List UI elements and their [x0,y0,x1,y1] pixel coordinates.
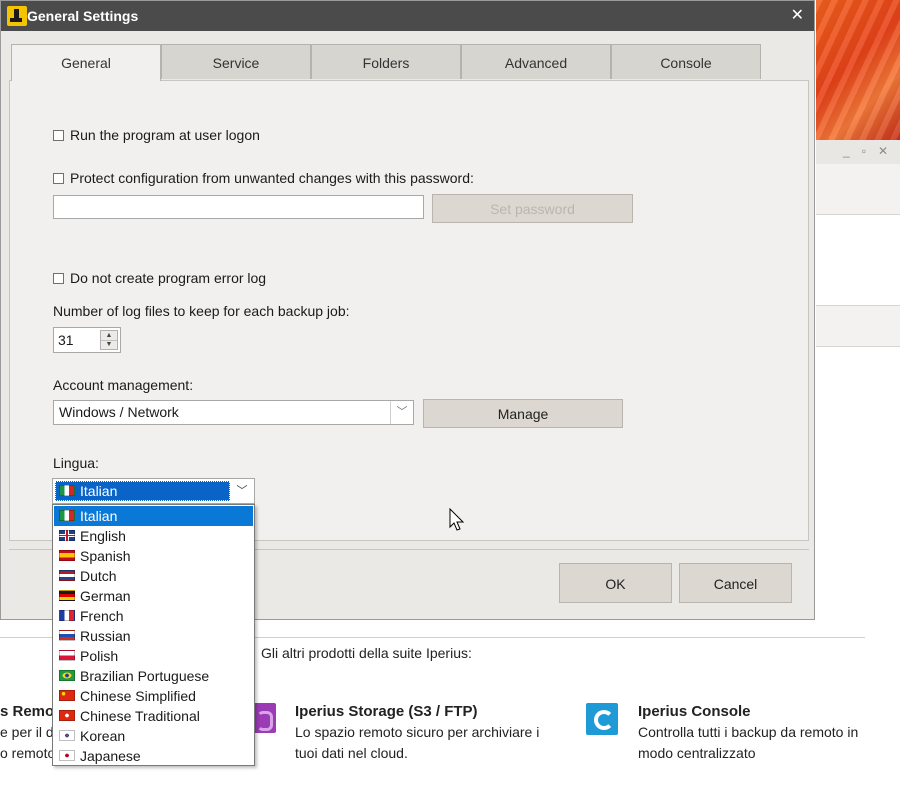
language-option-polish[interactable]: Polish [54,646,253,666]
product-desc: Controlla tutti i backup da remoto in [638,724,859,740]
tab-console[interactable]: Console [611,44,761,79]
protect-config-checkbox-row[interactable]: Protect configuration from unwanted chan… [53,170,474,186]
account-management-value: Windows / Network [59,404,179,420]
language-option-japanese[interactable]: Japanese [54,746,253,766]
language-select[interactable]: Italian ﹀ [52,478,255,504]
language-selected-label: Italian [80,483,118,499]
language-option-russian[interactable]: Russian [54,626,253,646]
dialog-titlebar[interactable]: General Settings ✕ [1,1,814,31]
jp-flag-icon [59,750,75,761]
stepper-down-icon[interactable]: ▼ [101,340,117,349]
product-desc: Lo spazio remoto sicuro per archiviare i [295,724,540,740]
account-management-label: Account management: [53,377,194,393]
fr-flag-icon [59,610,75,621]
language-option-label: Japanese [80,748,141,764]
de-flag-icon [59,590,75,601]
manage-button[interactable]: Manage [423,399,623,428]
protect-config-checkbox[interactable] [53,173,64,184]
hk-flag-icon [59,710,75,721]
run-at-logon-checkbox-row[interactable]: Run the program at user logon [53,127,260,143]
language-dropdown-list: Italian English Spanish Dutch German French Ru… [52,504,255,766]
password-input[interactable] [53,195,424,219]
product-title: s Remot [0,703,60,720]
gb-flag-icon [59,530,75,541]
ru-flag-icon [59,630,75,641]
background-wallpaper [816,0,900,140]
background-panel [816,164,900,215]
product-desc: tuoi dati nel cloud. [295,745,408,761]
background-window-controls-icon: _▫✕ [843,144,900,158]
language-option-label: Italian [80,508,118,524]
language-option-label: Chinese Traditional [80,708,200,724]
language-option-label: Russian [80,628,131,644]
product-remote[interactable]: s Remot e per il de o remoto [0,703,62,762]
log-files-value: 31 [58,332,74,348]
language-option-brazilian-portuguese[interactable]: Brazilian Portuguese [54,666,253,686]
language-option-korean[interactable]: Korean [54,726,253,746]
language-option-label: German [80,588,131,604]
product-desc: e per il de [0,724,62,740]
language-option-label: Dutch [80,568,117,584]
product-title: Iperius Console [638,703,751,720]
language-option-label: French [80,608,124,624]
iperius-app-icon [7,6,27,26]
language-option-label: Korean [80,728,126,744]
language-option-label: Brazilian Portuguese [80,668,210,684]
dialog-title: General Settings [27,8,139,24]
language-option-french[interactable]: French [54,606,253,626]
no-error-log-label: Do not create program error log [70,270,267,286]
background-panel [816,305,900,347]
it-flag-icon [59,510,75,521]
language-option-label: English [80,528,126,544]
mouse-cursor-icon [449,508,465,531]
cn-flag-icon [59,690,75,701]
protect-config-label: Protect configuration from unwanted chan… [70,170,474,186]
language-option-label: Polish [80,648,119,664]
run-at-logon-checkbox[interactable] [53,130,64,141]
language-option-italian[interactable]: Italian [54,506,253,526]
language-option-dutch[interactable]: Dutch [54,566,253,586]
language-option-german[interactable]: German [54,586,253,606]
kr-flag-icon [59,730,75,741]
close-icon[interactable]: ✕ [791,5,804,25]
language-option-label: Spanish [80,548,131,564]
tab-advanced[interactable]: Advanced [461,44,611,79]
tab-general[interactable]: General [11,44,161,81]
set-password-button[interactable]: Set password [432,194,633,223]
language-option-english[interactable]: English [54,526,253,546]
run-at-logon-label: Run the program at user logon [70,127,260,143]
tab-folders[interactable]: Folders [311,44,461,79]
language-label: Lingua: [53,455,99,471]
nl-flag-icon [59,570,75,581]
es-flag-icon [59,550,75,561]
no-error-log-checkbox[interactable] [53,273,64,284]
account-management-select[interactable]: Windows / Network ﹀ [53,400,414,425]
product-storage[interactable]: Iperius Storage (S3 / FTP) Lo spazio rem… [295,703,539,762]
chevron-down-icon[interactable]: ﹀ [230,479,254,503]
suite-products-label: Gli altri prodotti della suite Iperius: [261,645,472,661]
log-files-label: Number of log files to keep for each bac… [53,303,350,319]
tab-service[interactable]: Service [161,44,311,79]
language-option-chinese-simplified[interactable]: Chinese Simplified [54,686,253,706]
pl-flag-icon [59,650,75,661]
stepper-buttons: ▲ ▼ [100,330,118,350]
product-desc: o remoto [0,745,56,761]
product-title: Iperius Storage (S3 / FTP) [295,703,478,720]
product-console[interactable]: Iperius Console Controlla tutti i backup… [638,703,858,762]
ok-button[interactable]: OK [559,563,672,603]
iperius-console-icon[interactable] [586,703,618,735]
product-desc: modo centralizzato [638,745,756,761]
log-files-stepper[interactable]: 31 ▲ ▼ [53,327,121,353]
italy-flag-icon [59,485,75,496]
language-option-chinese-traditional[interactable]: Chinese Traditional [54,706,253,726]
language-option-spanish[interactable]: Spanish [54,546,253,566]
no-error-log-checkbox-row[interactable]: Do not create program error log [53,270,266,286]
language-option-label: Chinese Simplified [80,688,196,704]
cancel-button[interactable]: Cancel [679,563,792,603]
br-flag-icon [59,670,75,681]
chevron-down-icon[interactable]: ﹀ [390,401,413,424]
language-selected: Italian [55,481,230,501]
